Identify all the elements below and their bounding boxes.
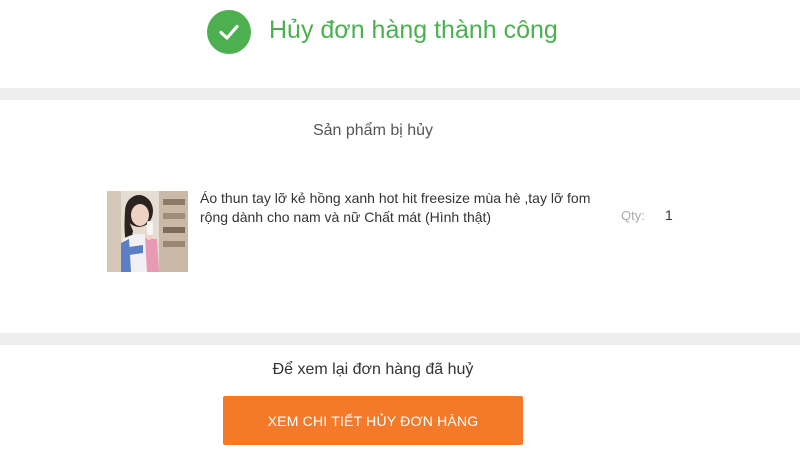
- footer-section: Để xem lại đơn hàng đã huỷ XEM CHI TIẾT …: [0, 345, 800, 450]
- section-divider: [0, 333, 800, 345]
- section-divider: [0, 88, 800, 100]
- success-title: Hủy đơn hàng thành công: [269, 16, 558, 44]
- qty-label: Qty:: [621, 208, 645, 223]
- view-cancellation-details-button[interactable]: XEM CHI TIẾT HỦY ĐƠN HÀNG: [223, 396, 523, 445]
- qty-value: 1: [665, 207, 673, 223]
- view-cancelled-order-text: Để xem lại đơn hàng đã huỷ: [272, 361, 474, 378]
- success-banner: Hủy đơn hàng thành công: [0, 0, 800, 88]
- section-heading: Sản phẩm bị hủy: [312, 122, 434, 139]
- cancelled-products-section: Sản phẩm bị hủy Áo thun tay lỡ kẻ hồng x…: [0, 100, 800, 333]
- product-name: Áo thun tay lỡ kẻ hồng xanh hot hit free…: [200, 190, 591, 225]
- product-image: [107, 191, 188, 272]
- checkmark-icon: [207, 10, 251, 54]
